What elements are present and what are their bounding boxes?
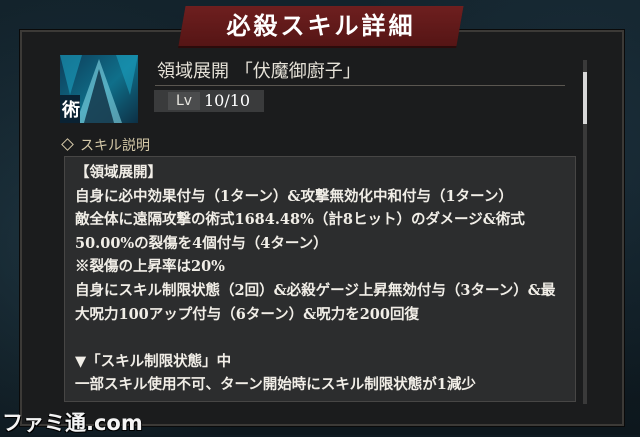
site-watermark: ファミ通.com [2, 411, 143, 435]
divider [155, 85, 565, 86]
description-line: 50.00%の裂傷を4個付与（4ターン） [75, 234, 328, 252]
description-text: 【領域展開】 自身に必中効果付与（1ターン）&攻撃無効化中和付与（1ターン） 敵… [75, 161, 569, 397]
skill-name: 領域展開 「伏魔御廚子」 [157, 61, 361, 82]
description-line: 一部スキル使用不可、ターン開始時にスキル制限状態が1減少 [75, 376, 476, 394]
level-label: Lv [168, 92, 201, 110]
scrollbar-thumb[interactable] [583, 72, 587, 124]
description-box[interactable]: 【領域展開】 自身に必中効果付与（1ターン）&攻撃無効化中和付与（1ターン） 敵… [64, 156, 576, 402]
description-line: ▼「スキル制限状態」中 [75, 352, 232, 370]
domain-expansion-icon: 術 [60, 55, 138, 123]
description-heading-label: スキル説明 [80, 138, 150, 154]
description-line: 【領域展開】 [75, 164, 162, 181]
description-line [75, 326, 569, 350]
description-line: ※裂傷の上昇率は20% [75, 258, 225, 276]
page-title: 必殺スキル詳細 [226, 11, 416, 40]
description-heading: スキル説明 [61, 135, 150, 155]
diamond-icon [61, 138, 74, 151]
level-value: 10/10 [204, 91, 251, 110]
description-line: 自身にスキル制限状態（2回）&必殺ゲージ上昇無効付与（3ターン）&最 [75, 281, 556, 299]
description-line: 大呪力100アップ付与（6ターン）&呪力を200回復 [75, 305, 419, 323]
description-line: 自身に必中効果付与（1ターン）&攻撃無効化中和付与（1ターン） [75, 187, 513, 205]
icon-glyph: 術 [62, 100, 80, 121]
description-line: 敵全体に遠隔攻撃の術式1684.48%（計8ヒット）のダメージ&術式 [75, 211, 525, 229]
